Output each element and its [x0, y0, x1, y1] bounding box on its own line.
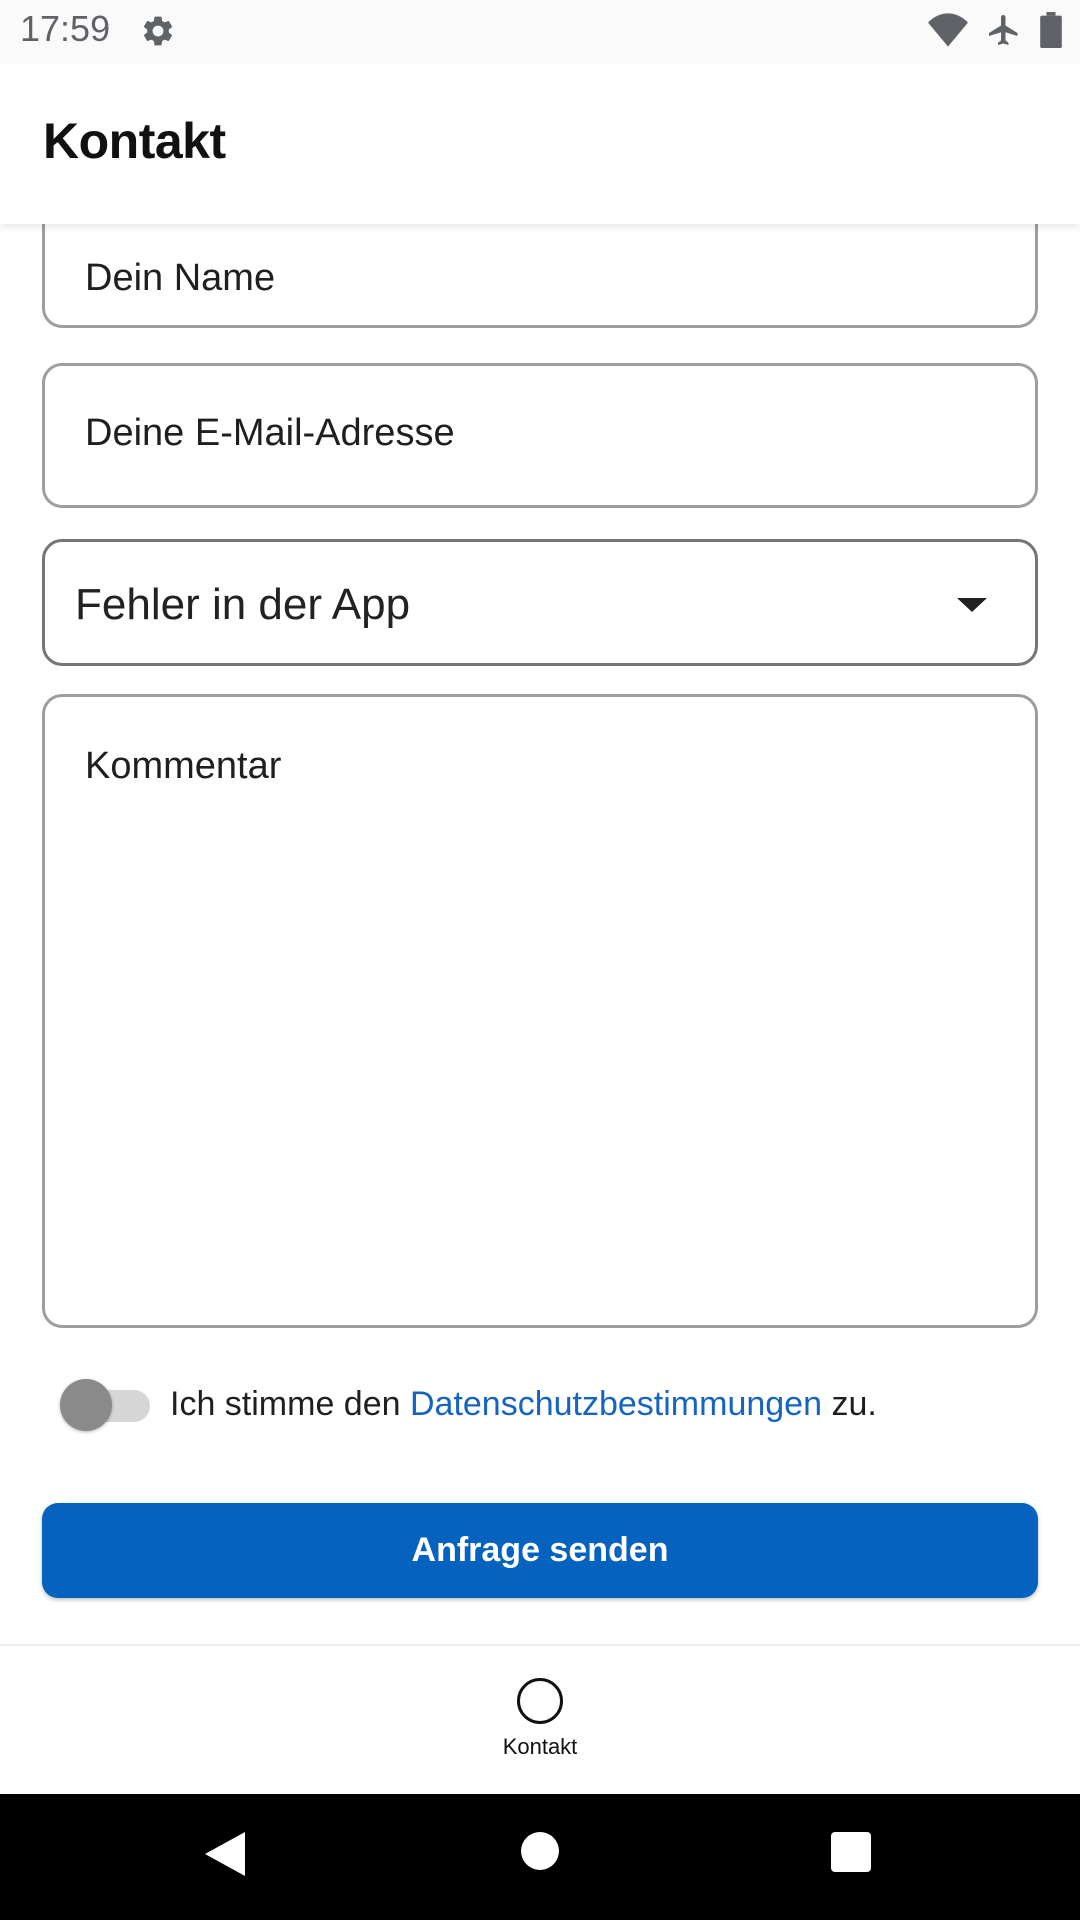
consent-toggle-thumb	[60, 1379, 112, 1431]
app-bar: Kontakt	[0, 64, 1080, 224]
back-icon[interactable]	[205, 1832, 245, 1881]
consent-row: Ich stimme den Datenschutzbestimmungen z…	[60, 1374, 877, 1434]
consent-label-suffix: zu.	[822, 1384, 877, 1423]
battery-icon	[1040, 12, 1062, 53]
privacy-policy-link[interactable]: Datenschutzbestimmungen	[410, 1385, 822, 1423]
comment-field[interactable]: Kommentar	[42, 694, 1038, 1328]
bottom-navigation: Kontakt	[0, 1644, 1080, 1794]
contact-form: Dein Name Deine E-Mail-Adresse Fehler in…	[0, 224, 1080, 1644]
home-icon[interactable]	[521, 1832, 559, 1870]
category-select[interactable]: Fehler in der App	[42, 539, 1038, 666]
status-icons	[928, 12, 1062, 53]
category-select-value: Fehler in der App	[75, 580, 411, 629]
consent-label-prefix: Ich stimme den	[170, 1384, 410, 1423]
dropdown-arrow-icon	[957, 598, 987, 612]
consent-toggle[interactable]	[60, 1376, 152, 1432]
consent-label: Ich stimme den Datenschutzbestimmungen z…	[170, 1385, 877, 1424]
airplane-mode-icon	[986, 12, 1022, 53]
bottom-nav-label: Kontakt	[502, 1734, 578, 1759]
name-field-placeholder: Dein Name	[85, 257, 276, 299]
submit-button[interactable]: Anfrage senden	[42, 1503, 1038, 1598]
page-title: Kontakt	[43, 113, 226, 169]
bottom-nav-item-kontakt[interactable]: Kontakt	[480, 1678, 600, 1778]
email-field-placeholder: Deine E-Mail-Adresse	[85, 412, 455, 454]
recents-icon[interactable]	[831, 1832, 871, 1872]
name-field[interactable]: Dein Name	[42, 224, 1038, 328]
settings-icon	[140, 13, 176, 54]
status-time: 17:59	[20, 8, 111, 49]
status-bar: 17:59	[0, 0, 1080, 64]
comment-field-placeholder: Kommentar	[85, 745, 282, 787]
circle-icon	[517, 1678, 563, 1724]
system-navigation-bar	[0, 1794, 1080, 1920]
wifi-icon	[928, 13, 968, 52]
email-field[interactable]: Deine E-Mail-Adresse	[42, 363, 1038, 508]
